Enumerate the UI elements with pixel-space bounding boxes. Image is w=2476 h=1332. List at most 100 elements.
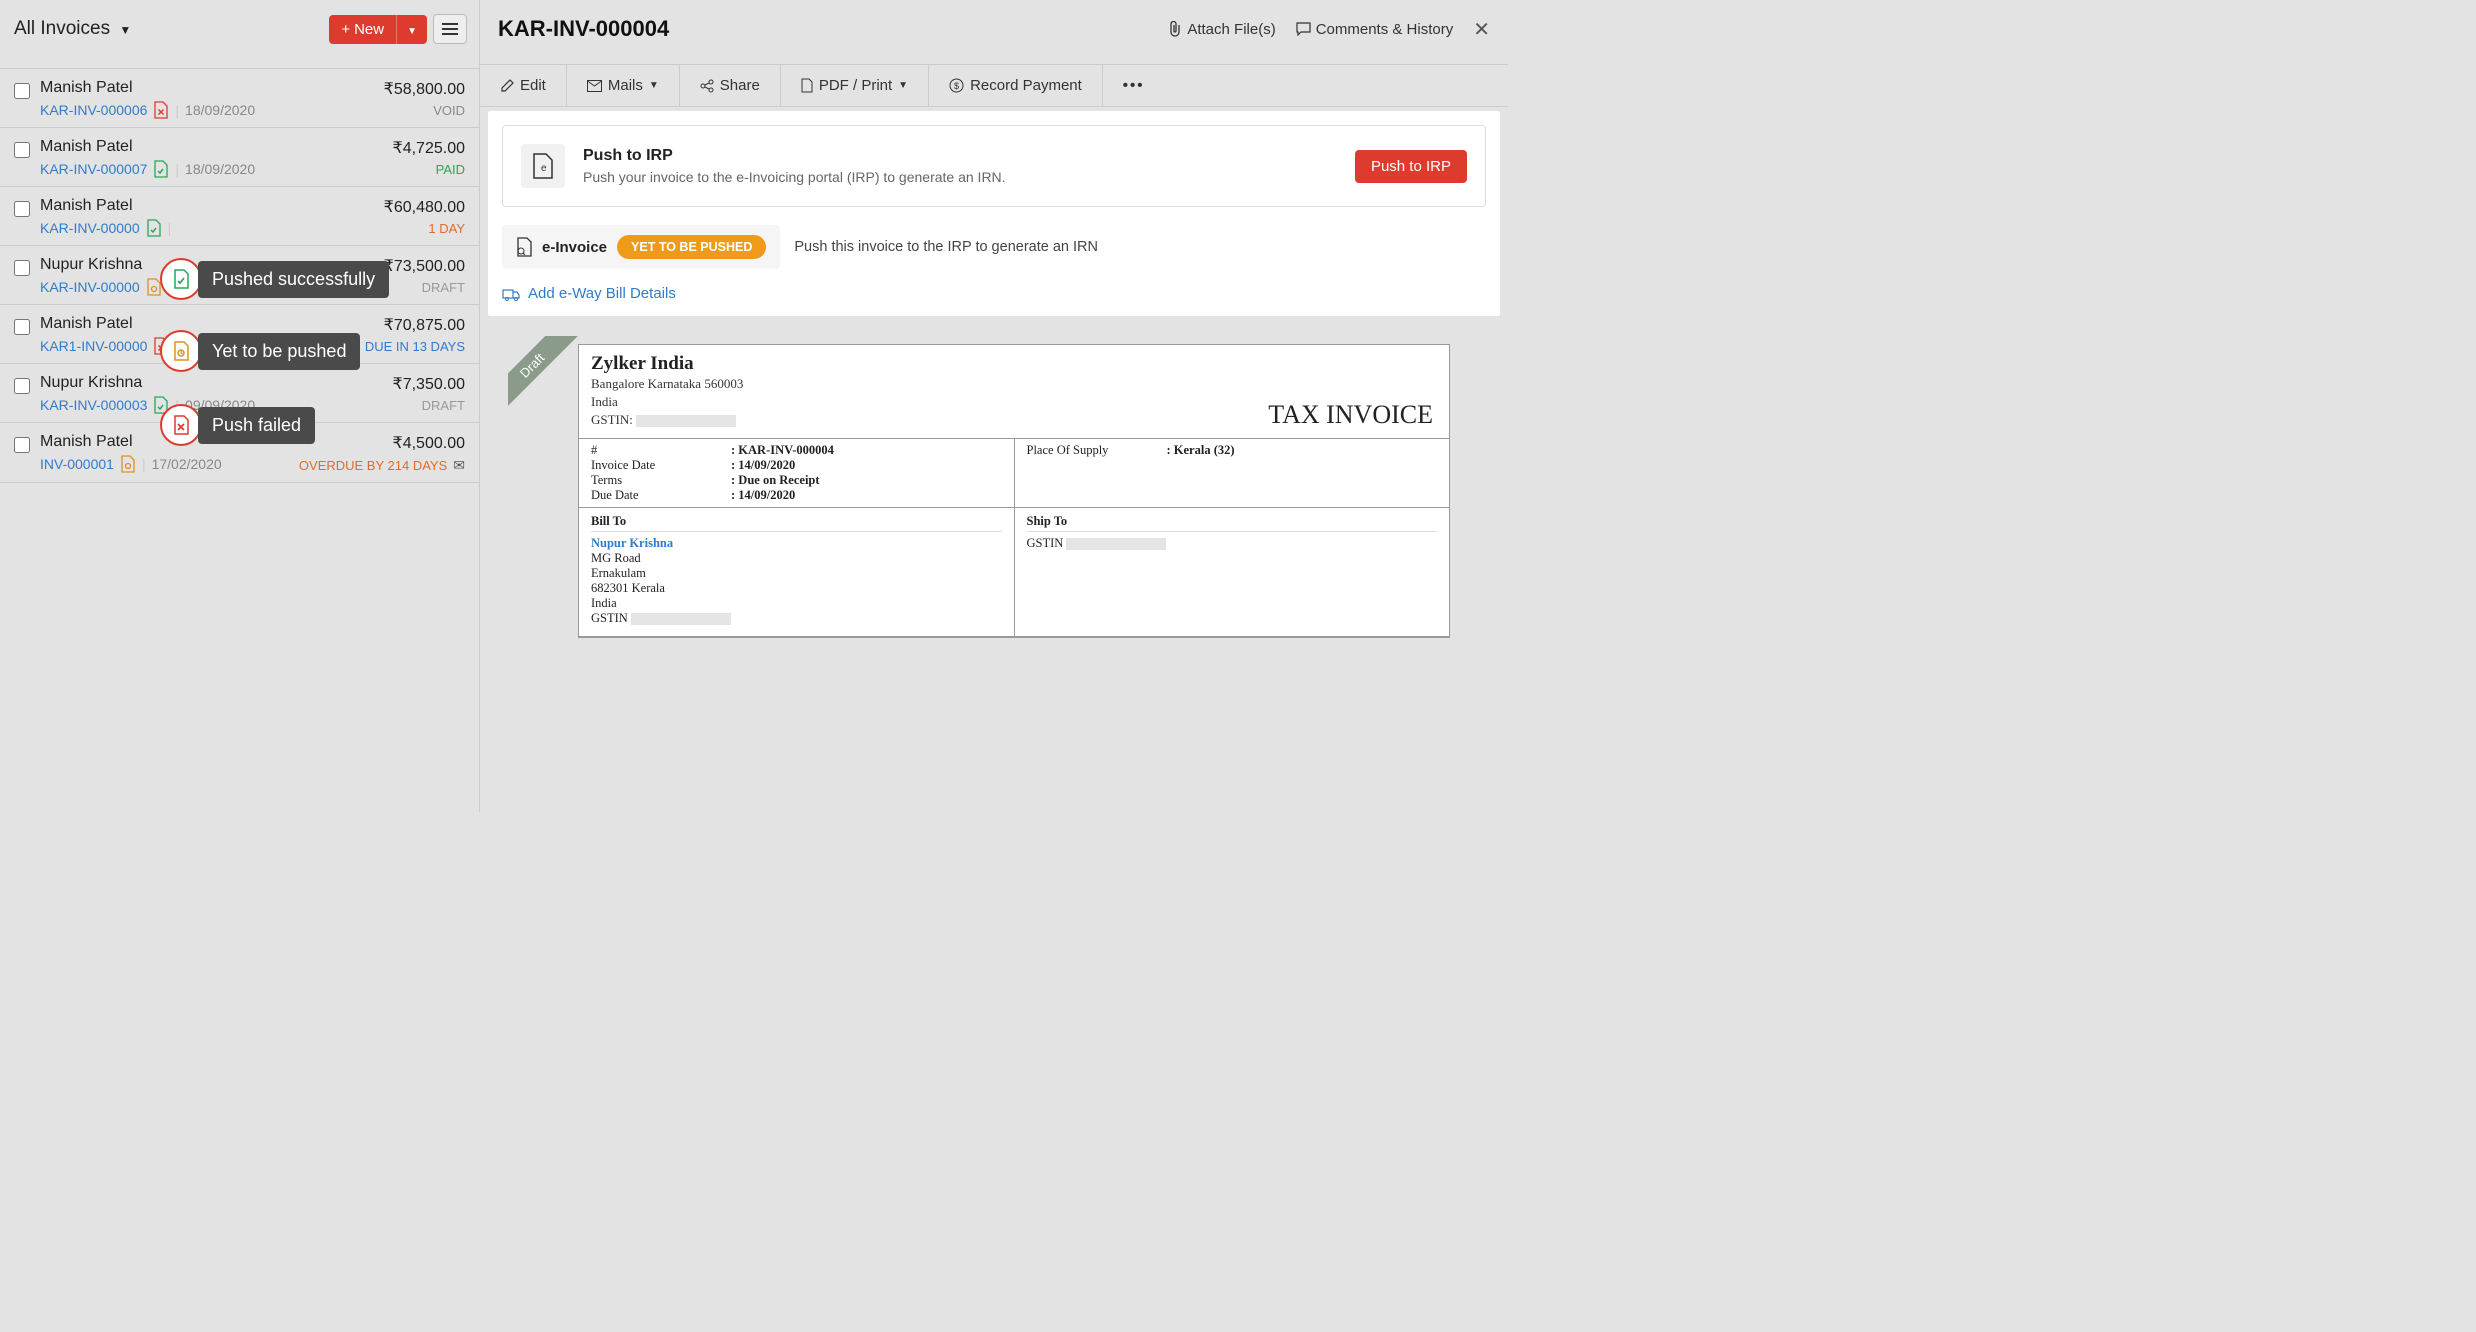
separator: |: [168, 220, 172, 236]
caret-down-icon: ▼: [407, 26, 417, 37]
pencil-icon: [500, 79, 514, 93]
company-addr-1: Bangalore Karnataka 560003: [591, 375, 743, 393]
irp-title: Push to IRP: [583, 147, 1337, 165]
invoice-number-link[interactable]: INV-000001: [40, 456, 114, 472]
einvoice-status-bar: e-Invoice YET TO BE PUSHED Push this inv…: [502, 225, 1486, 269]
edit-button[interactable]: Edit: [480, 65, 567, 106]
invoice-amount: ₹4,500.00: [299, 433, 465, 453]
meta-duedate-lbl: Due Date: [591, 488, 731, 503]
shipto-head: Ship To: [1027, 512, 1438, 532]
meta-duedate-val: : 14/09/2020: [731, 488, 795, 503]
caret-down-icon: ▼: [119, 23, 131, 37]
push-to-irp-button[interactable]: Push to IRP: [1355, 150, 1467, 183]
invoice-status: DRAFT: [384, 280, 465, 295]
invoice-number-link[interactable]: KAR-INV-000006: [40, 102, 147, 118]
invoice-detail-pane: KAR-INV-000004 Attach File(s) Comments &…: [480, 0, 1508, 812]
hamburger-icon: [442, 23, 458, 35]
eway-link-label: Add e-Way Bill Details: [528, 285, 676, 302]
invoice-amount: ₹4,725.00: [393, 138, 465, 158]
invoice-status: OVERDUE BY 214 DAYS✉: [299, 457, 465, 474]
billto-head: Bill To: [591, 512, 1002, 532]
invoice-checkbox[interactable]: [14, 319, 30, 335]
draft-ribbon-label: Draft: [508, 336, 588, 416]
einvoice-desc: Push this invoice to the IRP to generate…: [794, 239, 1098, 255]
mails-button[interactable]: Mails ▼: [567, 65, 680, 106]
invoice-push-status-icon: [153, 101, 169, 119]
invoice-date: 18/09/2020: [185, 161, 255, 177]
tax-invoice-heading: TAX INVOICE: [1268, 400, 1437, 430]
legend-failed-icon-circle: [160, 404, 202, 446]
invoice-number-link[interactable]: KAR-INV-000007: [40, 161, 147, 177]
invoice-number-link[interactable]: KAR-INV-00000: [40, 279, 140, 295]
billto-line: India: [591, 596, 1002, 611]
legend-success-label: Pushed successfully: [198, 261, 389, 298]
record-payment-button[interactable]: $ Record Payment: [929, 65, 1103, 106]
legend-pending-label: Yet to be pushed: [198, 333, 360, 370]
comments-history-button[interactable]: Comments & History: [1296, 21, 1454, 38]
invoice-customer: Manish Patel: [40, 138, 383, 156]
invoice-status: DRAFT: [393, 398, 465, 413]
hamburger-menu-button[interactable]: [433, 14, 467, 44]
company-gstin-label: GSTIN:: [591, 412, 633, 427]
invoice-number-link[interactable]: KAR-INV-00000: [40, 220, 140, 236]
billto-name[interactable]: Nupur Krishna: [591, 536, 1002, 551]
invoice-checkbox[interactable]: [14, 260, 30, 276]
legend-pushed-success: Pushed successfully: [160, 258, 389, 300]
document-e-icon: e: [521, 144, 565, 188]
invoice-customer: Nupur Krishna: [40, 374, 383, 392]
share-button[interactable]: Share: [680, 65, 781, 106]
billto-gstin-redacted: [631, 613, 731, 625]
comment-icon: [1296, 22, 1311, 36]
invoice-checkbox[interactable]: [14, 437, 30, 453]
invoice-checkbox[interactable]: [14, 378, 30, 394]
detail-toolbar: Edit Mails ▼ Share PDF / Print: [480, 64, 1508, 107]
invoice-filter-dropdown[interactable]: All Invoices ▼: [14, 18, 131, 40]
svg-text:$: $: [954, 81, 959, 91]
separator: |: [175, 161, 179, 177]
pdf-print-button[interactable]: PDF / Print ▼: [781, 65, 929, 106]
invoice-number-link[interactable]: KAR1-INV-00000: [40, 338, 147, 354]
invoice-status: DUE IN 13 DAYS: [365, 339, 465, 354]
shipto-gstin-redacted: [1066, 538, 1166, 550]
meta-terms-lbl: Terms: [591, 473, 731, 488]
billto-gstin-lbl: GSTIN: [591, 611, 628, 625]
irp-desc: Push your invoice to the e-Invoicing por…: [583, 169, 1337, 185]
invoice-customer: Manish Patel: [40, 197, 374, 215]
add-eway-bill-link[interactable]: Add e-Way Bill Details: [502, 285, 1486, 302]
attach-files-label: Attach File(s): [1187, 21, 1275, 38]
new-button-label: New: [354, 21, 384, 38]
svg-text:e: e: [541, 163, 547, 174]
invoice-push-status-icon: [153, 160, 169, 178]
attach-files-button[interactable]: Attach File(s): [1168, 21, 1275, 38]
invoice-customer: Manish Patel: [40, 79, 374, 97]
meta-invdate-val: : 14/09/2020: [731, 458, 795, 473]
edit-label: Edit: [520, 77, 546, 94]
close-button[interactable]: ✕: [1473, 17, 1490, 42]
new-button[interactable]: + New: [329, 15, 396, 44]
invoice-row[interactable]: Manish Patel KAR-INV-00000 | ₹60,480.00 …: [0, 187, 479, 246]
invoice-amount: ₹58,800.00: [384, 79, 465, 99]
invoice-checkbox[interactable]: [14, 142, 30, 158]
company-name: Zylker India: [591, 353, 743, 375]
invoice-status: 1 DAY: [384, 221, 465, 236]
invoice-status: PAID: [393, 162, 465, 177]
shipto-gstin-lbl: GSTIN: [1027, 536, 1064, 550]
invoice-number-link[interactable]: KAR-INV-000003: [40, 397, 147, 413]
invoice-checkbox[interactable]: [14, 201, 30, 217]
invoice-row[interactable]: Manish Patel KAR-INV-000007 | 18/09/2020…: [0, 128, 479, 187]
invoice-checkbox[interactable]: [14, 83, 30, 99]
push-irp-banner: e Push to IRP Push your invoice to the e…: [502, 125, 1486, 207]
legend-pending-icon-circle: [160, 330, 202, 372]
meta-pos-val: : Kerala (32): [1167, 443, 1235, 458]
more-actions-button[interactable]: •••: [1103, 65, 1165, 106]
invoice-row[interactable]: Manish Patel KAR-INV-000006 | 18/09/2020…: [0, 69, 479, 128]
company-addr-2: India: [591, 393, 743, 411]
meta-invdate-lbl: Invoice Date: [591, 458, 731, 473]
eway-icon: [502, 286, 520, 302]
legend-yet-to-push: Yet to be pushed: [160, 330, 360, 372]
meta-pos-lbl: Place Of Supply: [1027, 443, 1167, 458]
new-button-dropdown[interactable]: ▼: [396, 15, 427, 44]
einvoice-doc-icon: [516, 237, 532, 257]
record-label: Record Payment: [970, 77, 1082, 94]
invoice-amount: ₹73,500.00: [384, 256, 465, 276]
